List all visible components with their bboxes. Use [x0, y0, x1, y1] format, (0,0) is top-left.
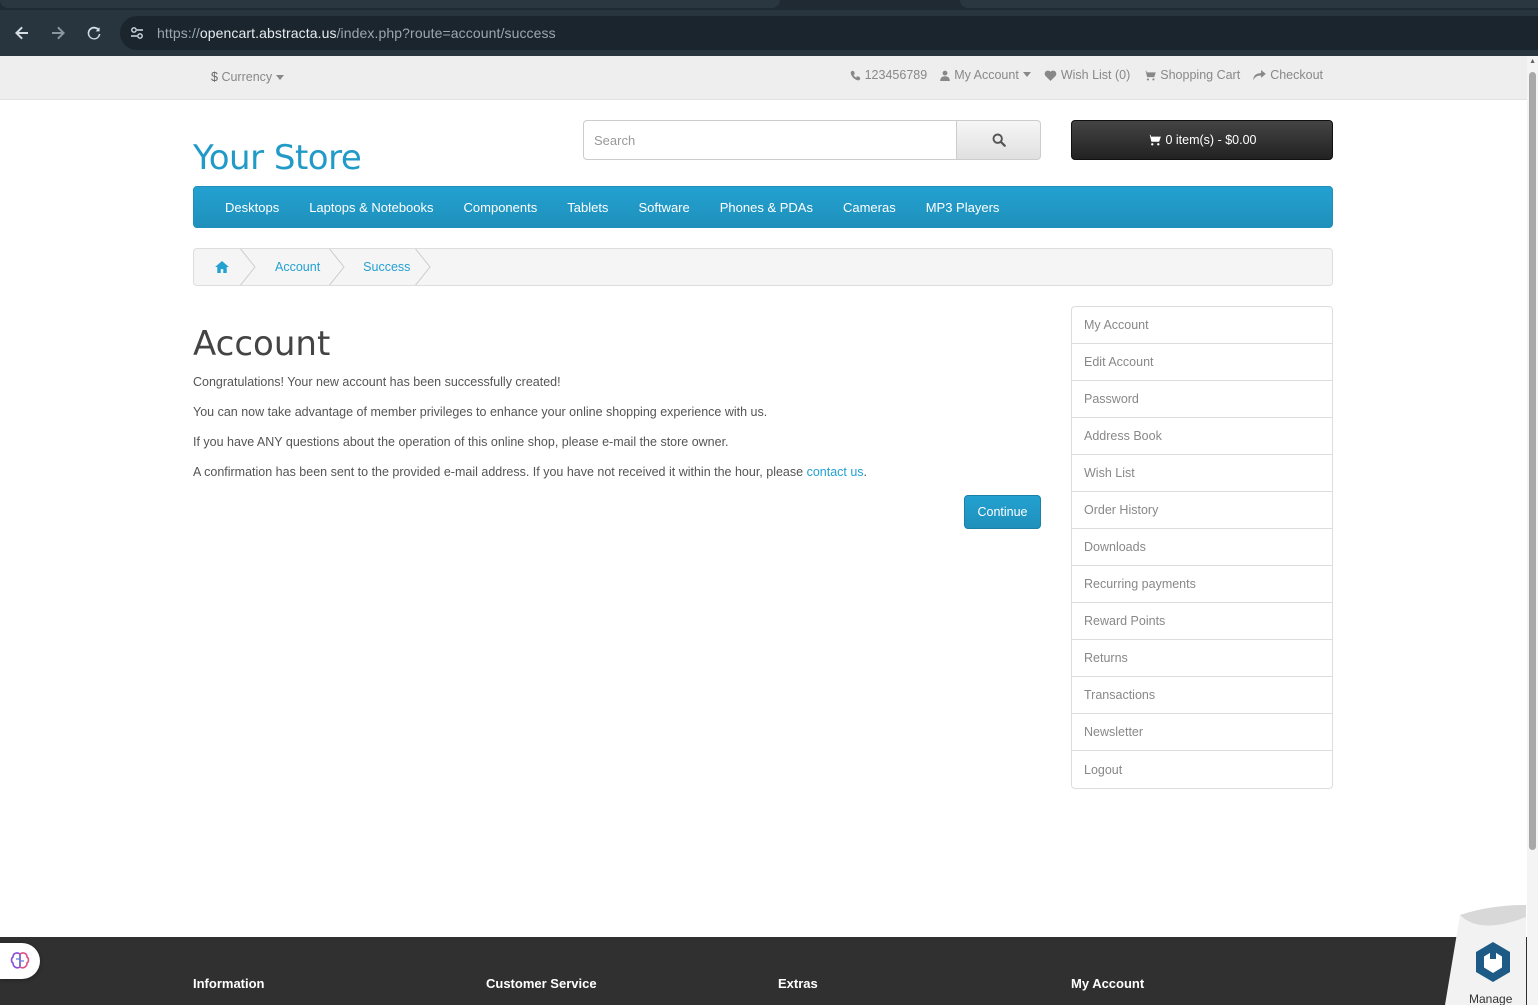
menu-item-laptops[interactable]: Laptops & Notebooks — [294, 200, 448, 215]
shopping-cart-link[interactable]: Shopping Cart — [1143, 68, 1240, 82]
url-path: /index.php?route=account/success — [336, 25, 556, 41]
footer-heading-extras: Extras — [778, 976, 818, 991]
breadcrumb-home[interactable] — [194, 249, 256, 285]
shopping-cart-label: Shopping Cart — [1160, 68, 1241, 82]
sidebar-item-returns[interactable]: Returns — [1072, 640, 1332, 677]
menu-item-components[interactable]: Components — [449, 200, 553, 215]
page-title: Account — [193, 324, 331, 364]
share-icon — [1253, 69, 1266, 80]
cart-icon — [1147, 134, 1162, 146]
home-icon — [215, 261, 229, 273]
sidebar-item-reward-points[interactable]: Reward Points — [1072, 603, 1332, 640]
top-links: 123456789 My Account Wish List (0) Shopp… — [850, 68, 1323, 82]
account-sidebar: My Account Edit Account Password Address… — [1071, 306, 1333, 789]
breadcrumb-account[interactable]: Account — [249, 249, 345, 285]
phone-icon — [850, 70, 860, 80]
scroll-up-icon[interactable]: ▲ — [1529, 58, 1536, 65]
checkout-label: Checkout — [1270, 68, 1323, 82]
caret-down-icon — [275, 75, 284, 80]
confirmation-end: . — [863, 465, 868, 479]
search-icon — [992, 133, 1006, 147]
sidebar-item-logout[interactable]: Logout — [1072, 751, 1332, 788]
sidebar-item-wish-list[interactable]: Wish List — [1072, 455, 1332, 492]
contact-us-link[interactable]: contact us — [807, 465, 864, 479]
menu-item-phones[interactable]: Phones & PDAs — [705, 200, 828, 215]
top-bar: $ Currency 123456789 My Account Wish Lis… — [0, 56, 1527, 100]
sidebar-item-downloads[interactable]: Downloads — [1072, 529, 1332, 566]
url-text: https://opencart.abstracta.us/index.php?… — [157, 25, 556, 41]
menu-item-desktops[interactable]: Desktops — [210, 200, 294, 215]
confirmation-text: A confirmation has been sent to the prov… — [193, 465, 807, 479]
success-message: Congratulations! Your new account has be… — [193, 375, 561, 389]
sidebar-item-password[interactable]: Password — [1072, 381, 1332, 418]
forward-icon[interactable] — [40, 15, 76, 51]
my-account-label: My Account — [954, 68, 1019, 82]
currency-symbol: $ — [211, 70, 218, 84]
url-host: opencart.abstracta.us — [199, 25, 337, 41]
page-curl-icon — [1445, 905, 1526, 1005]
heart-icon — [1044, 70, 1057, 81]
sidebar-item-recurring-payments[interactable]: Recurring payments — [1072, 566, 1332, 603]
browser-toolbar: https://opencart.abstracta.us/index.php?… — [0, 10, 1538, 56]
questions-message: If you have ANY questions about the oper… — [193, 435, 729, 449]
footer-heading-information: Information — [193, 976, 265, 991]
caret-down-icon — [1022, 72, 1031, 77]
currency-dropdown[interactable]: $ Currency — [211, 70, 284, 84]
browser-tab[interactable] — [0, 0, 780, 8]
breadcrumb-success-label: Success — [363, 260, 411, 274]
footer-heading-customer-service: Customer Service — [486, 976, 597, 991]
sidebar-item-transactions[interactable]: Transactions — [1072, 677, 1332, 714]
reload-icon[interactable] — [76, 15, 112, 51]
sidebar-item-my-account[interactable]: My Account — [1072, 307, 1332, 344]
sidebar-item-newsletter[interactable]: Newsletter — [1072, 714, 1332, 751]
page-scrollbar[interactable]: ▲ — [1527, 56, 1538, 1005]
url-prefix: https:// — [157, 25, 200, 41]
store-logo[interactable]: Your Store — [193, 138, 362, 178]
sidebar-item-order-history[interactable]: Order History — [1072, 492, 1332, 529]
menu-item-software[interactable]: Software — [623, 200, 704, 215]
user-icon — [940, 70, 950, 81]
browser-tab[interactable] — [960, 0, 1538, 8]
sidebar-item-edit-account[interactable]: Edit Account — [1072, 344, 1332, 381]
confirmation-message: A confirmation has been sent to the prov… — [193, 465, 867, 479]
search-input[interactable] — [583, 120, 957, 160]
scroll-thumb[interactable] — [1529, 72, 1536, 850]
search-button[interactable] — [957, 120, 1041, 160]
brain-icon — [10, 952, 30, 969]
wish-list-link[interactable]: Wish List (0) — [1044, 68, 1130, 82]
breadcrumb-success[interactable]: Success — [338, 249, 432, 285]
breadcrumb-account-label: Account — [275, 260, 321, 274]
address-bar[interactable]: https://opencart.abstracta.us/index.php?… — [120, 16, 1538, 50]
cart-total-button[interactable]: 0 item(s) - $0.00 — [1071, 120, 1333, 160]
menu-item-cameras[interactable]: Cameras — [828, 200, 911, 215]
breadcrumb-separator — [414, 249, 432, 285]
footer — [0, 937, 1527, 1005]
manage-widget[interactable] — [1420, 905, 1530, 1005]
my-account-dropdown[interactable]: My Account — [940, 68, 1031, 82]
checkout-link[interactable]: Checkout — [1253, 68, 1323, 82]
phone-number: 123456789 — [864, 68, 928, 82]
brain-extension-button[interactable] — [0, 943, 40, 979]
sidebar-item-address-book[interactable]: Address Book — [1072, 418, 1332, 455]
category-menu: Desktops Laptops & Notebooks Components … — [193, 186, 1333, 228]
back-icon[interactable] — [4, 15, 40, 51]
menu-item-tablets[interactable]: Tablets — [552, 200, 623, 215]
cart-total-label: 0 item(s) - $0.00 — [1165, 133, 1257, 147]
currency-label: Currency — [221, 70, 273, 84]
wish-list-label: Wish List (0) — [1060, 68, 1131, 82]
cart-icon — [1143, 70, 1157, 81]
breadcrumb: Account Success — [193, 248, 1333, 286]
menu-item-mp3-players[interactable]: MP3 Players — [911, 200, 1015, 215]
search-box — [583, 120, 1041, 160]
privileges-message: You can now take advantage of member pri… — [193, 405, 768, 419]
browser-tabstrip — [0, 0, 1538, 10]
site-info-icon[interactable] — [120, 16, 154, 50]
continue-button[interactable]: Continue — [964, 495, 1041, 529]
manage-label[interactable]: Manage — [1469, 992, 1512, 1005]
phone-link[interactable]: 123456789 — [850, 68, 928, 82]
footer-heading-my-account: My Account — [1071, 976, 1145, 991]
